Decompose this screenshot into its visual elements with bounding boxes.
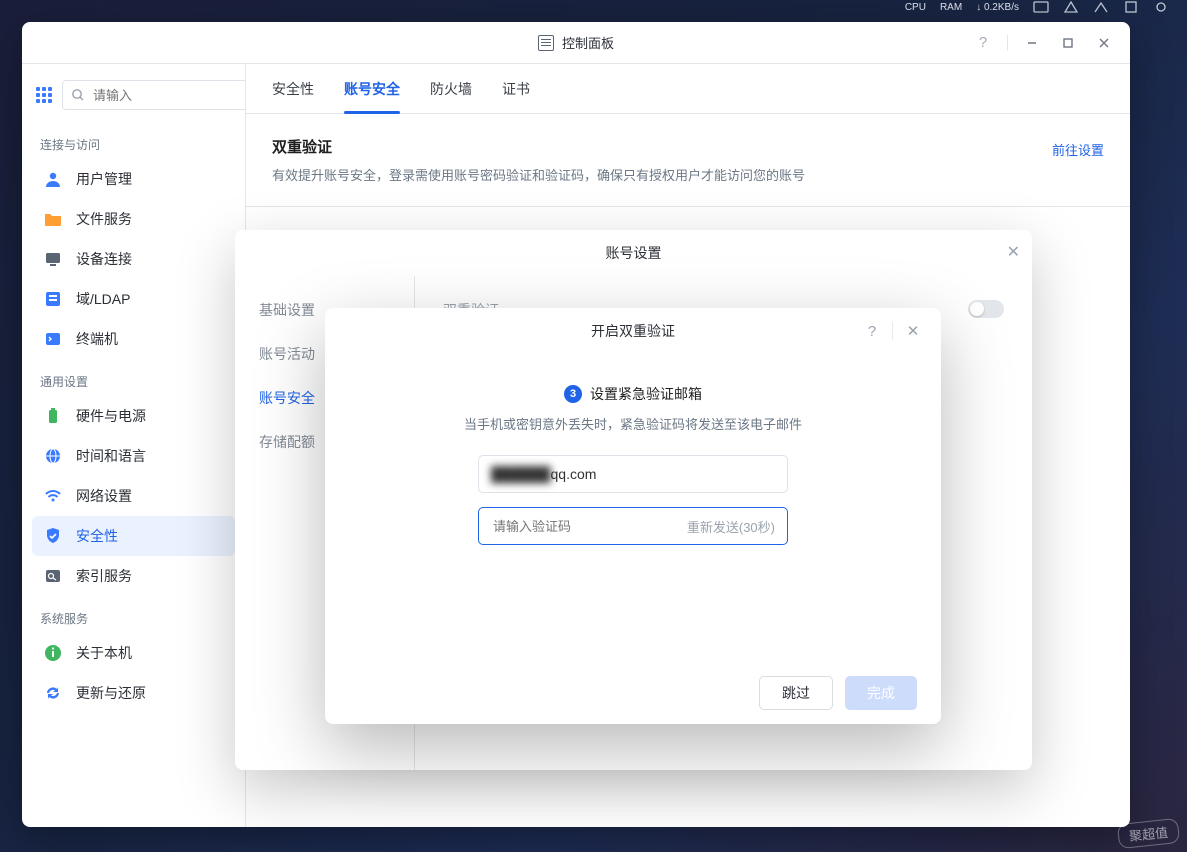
info-icon (42, 642, 64, 664)
tabs: 安全性 账号安全 防火墙 证书 (246, 64, 1130, 114)
modal-title: 账号设置 (606, 243, 662, 263)
globe-icon (42, 445, 64, 467)
sidebar-item-update[interactable]: 更新与还原 (32, 673, 235, 713)
close-icon[interactable]: ✕ (897, 317, 929, 345)
users-icon (42, 168, 64, 190)
sidebar-item-ldap[interactable]: 域/LDAP (32, 279, 235, 319)
sync-icon (42, 682, 64, 704)
tray-icon-2[interactable] (1063, 1, 1079, 13)
tray-icon-5[interactable] (1153, 1, 1169, 13)
index-icon (42, 565, 64, 587)
sidebar-item-label: 安全性 (76, 526, 118, 546)
group-title: 系统服务 (32, 596, 235, 633)
net-speed: ↓ 0.2KB/s (976, 2, 1019, 13)
close-icon[interactable]: ✕ (1007, 242, 1020, 262)
help-button[interactable]: ? (965, 29, 1001, 57)
sidebar-item-label: 索引服务 (76, 566, 132, 586)
wifi-icon (42, 485, 64, 507)
sidebar-item-label: 文件服务 (76, 209, 132, 229)
sidebar-item-users[interactable]: 用户管理 (32, 159, 235, 199)
skip-button[interactable]: 跳过 (759, 676, 833, 710)
tab-account-security[interactable]: 账号安全 (344, 64, 400, 114)
tab-certificate[interactable]: 证书 (502, 64, 530, 114)
sidebar-item-security[interactable]: 安全性 (32, 516, 235, 556)
search-icon (71, 88, 85, 102)
email-domain: qq.com (551, 466, 597, 482)
tab-security[interactable]: 安全性 (272, 64, 314, 114)
sidebar-item-label: 更新与还原 (76, 683, 146, 703)
search-input[interactable] (62, 80, 246, 110)
sidebar-item-label: 终端机 (76, 329, 118, 349)
device-icon (42, 248, 64, 270)
tab-label: 防火墙 (430, 79, 472, 99)
sidebar: 连接与访问 用户管理 文件服务 设备连接 域/LDAP 终端机 通用设置 硬件与… (22, 64, 246, 827)
group-title: 连接与访问 (32, 122, 235, 159)
dialog-header: 开启双重验证 ? ✕ (325, 308, 941, 354)
code-input[interactable] (491, 518, 687, 535)
section-2fa: 双重验证 有效提升账号安全，登录需使用账号密码验证和验证码，确保只有授权用户才能… (246, 114, 1130, 207)
sidebar-item-label: 域/LDAP (76, 289, 130, 309)
step-header: 3 设置紧急验证邮箱 (564, 384, 702, 404)
sidebar-item-label: 用户管理 (76, 169, 132, 189)
sidebar-item-hardware[interactable]: 硬件与电源 (32, 396, 235, 436)
tray-icon-3[interactable] (1093, 1, 1109, 13)
sidebar-item-about[interactable]: 关于本机 (32, 633, 235, 673)
tab-firewall[interactable]: 防火墙 (430, 64, 472, 114)
sidebar-item-label: 关于本机 (76, 643, 132, 663)
code-field[interactable]: 重新发送(30秒) (478, 507, 788, 545)
cpu-label: CPU (905, 2, 926, 13)
toggle-2fa[interactable] (968, 300, 1004, 318)
system-statusbar: CPU RAM ↓ 0.2KB/s (905, 0, 1187, 14)
tray-icon-4[interactable] (1123, 1, 1139, 13)
enable-2fa-dialog: 开启双重验证 ? ✕ 3 设置紧急验证邮箱 当手机或密钥意外丢失时，紧急验证码将… (325, 308, 941, 724)
app-launcher-icon[interactable] (36, 82, 52, 108)
minimize-button[interactable] (1014, 29, 1050, 57)
sidebar-item-files[interactable]: 文件服务 (32, 199, 235, 239)
ram-label: RAM (940, 2, 962, 13)
tab-label: 证书 (502, 79, 530, 99)
sidebar-item-devices[interactable]: 设备连接 (32, 239, 235, 279)
app-icon (538, 35, 554, 51)
section-desc: 有效提升账号安全，登录需使用账号密码验证和验证码，确保只有授权用户才能访问您的账… (272, 165, 805, 184)
help-icon[interactable]: ? (856, 317, 888, 345)
email-masked: ██████ (491, 466, 551, 482)
section-title: 双重验证 (272, 136, 805, 157)
ldap-icon (42, 288, 64, 310)
done-button: 完成 (845, 676, 917, 710)
sidebar-item-network[interactable]: 网络设置 (32, 476, 235, 516)
sidebar-item-terminal[interactable]: 终端机 (32, 319, 235, 359)
tray-icon-1[interactable] (1033, 1, 1049, 13)
email-field[interactable]: ██████ qq.com (478, 455, 788, 493)
battery-icon (42, 405, 64, 427)
maximize-button[interactable] (1050, 29, 1086, 57)
sidebar-item-label: 网络设置 (76, 486, 132, 506)
dialog-footer: 跳过 完成 (325, 660, 941, 724)
step-description: 当手机或密钥意外丢失时，紧急验证码将发送至该电子邮件 (464, 414, 802, 433)
sidebar-item-index[interactable]: 索引服务 (32, 556, 235, 596)
close-button[interactable] (1086, 29, 1122, 57)
goto-settings-link[interactable]: 前往设置 (1052, 136, 1104, 184)
titlebar: 控制面板 ? (22, 22, 1130, 64)
separator (892, 322, 893, 340)
resend-button[interactable]: 重新发送(30秒) (687, 517, 775, 536)
terminal-icon (42, 328, 64, 350)
search-field[interactable] (91, 87, 246, 104)
sidebar-item-time[interactable]: 时间和语言 (32, 436, 235, 476)
group-title: 通用设置 (32, 359, 235, 396)
step-number-badge: 3 (564, 385, 582, 403)
watermark: 聚超值 (1117, 818, 1180, 849)
shield-icon (42, 525, 64, 547)
step-title: 设置紧急验证邮箱 (590, 384, 702, 404)
separator (1007, 35, 1008, 51)
modal-header: 账号设置 ✕ (235, 230, 1032, 276)
tab-label: 账号安全 (344, 79, 400, 99)
dialog-title: 开启双重验证 (591, 321, 675, 341)
window-title: 控制面板 (562, 33, 614, 52)
tab-label: 安全性 (272, 79, 314, 99)
sidebar-item-label: 硬件与电源 (76, 406, 146, 426)
folder-icon (42, 208, 64, 230)
sidebar-item-label: 设备连接 (76, 249, 132, 269)
sidebar-item-label: 时间和语言 (76, 446, 146, 466)
